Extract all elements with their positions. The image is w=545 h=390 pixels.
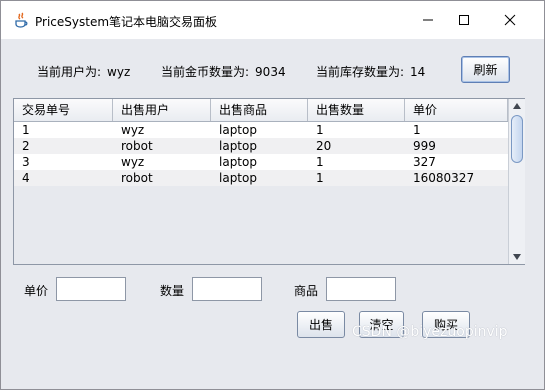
current-user-value: wyz (107, 65, 131, 79)
coin-count-value: 9034 (255, 65, 286, 79)
table-row[interactable]: 1 wyz laptop 1 1 (14, 122, 508, 138)
table-cell: 327 (413, 155, 436, 169)
minimize-icon (423, 19, 433, 21)
coin-count-info: 当前金币数量为: 9034 (161, 63, 286, 80)
table-cell: 1 (316, 123, 324, 137)
table-cell: 16080327 (413, 171, 475, 185)
app-window: PriceSystem笔记本电脑交易面板 当前用户为: wyz 当前金币数量为: 9… (0, 0, 545, 390)
column-header[interactable]: 出售商品 (211, 99, 308, 121)
scroll-down-button[interactable] (509, 250, 525, 264)
quantity-label: 数量 (160, 284, 185, 298)
java-icon (13, 12, 29, 28)
sell-button[interactable]: 出售 (297, 311, 345, 338)
quantity-field[interactable] (192, 277, 262, 301)
table-cell: 20 (316, 139, 332, 153)
column-header[interactable]: 出售用户 (113, 99, 211, 121)
table-cell: wyz (121, 155, 145, 169)
transactions-scrollpane: 交易单号 出售用户 出售商品 出售数量 单价 1 wyz laptop 1 1 … (13, 98, 525, 265)
column-header[interactable]: 交易单号 (14, 99, 113, 121)
current-user-info: 当前用户为: wyz (37, 63, 130, 80)
transactions-table: 交易单号 出售用户 出售商品 出售数量 单价 1 wyz laptop 1 1 … (14, 99, 508, 186)
product-label: 商品 (294, 284, 319, 298)
maximize-icon (459, 15, 469, 25)
price-input[interactable] (57, 278, 125, 300)
table-cell: 4 (22, 171, 30, 185)
table-cell: robot (121, 171, 153, 185)
table-row[interactable]: 4 robot laptop 1 16080327 (14, 170, 508, 186)
arrow-down-icon (513, 254, 521, 260)
scroll-up-button[interactable] (509, 99, 525, 113)
price-label: 单价 (24, 284, 49, 298)
table-cell: robot (121, 139, 153, 153)
table-cell: laptop (219, 123, 257, 137)
table-header: 交易单号 出售用户 出售商品 出售数量 单价 (14, 99, 508, 122)
table-cell: 999 (413, 139, 436, 153)
table-cell: 1 (22, 123, 30, 137)
scrollbar-thumb[interactable] (511, 115, 523, 163)
close-button[interactable] (487, 1, 533, 39)
arrow-up-icon (513, 103, 521, 109)
coin-count-label: 当前金币数量为: (161, 65, 250, 79)
stock-count-value: 14 (410, 65, 426, 79)
table-cell: laptop (219, 171, 257, 185)
table-cell: 1 (316, 155, 324, 169)
table-cell: wyz (121, 123, 145, 137)
current-user-label: 当前用户为: (37, 65, 102, 79)
refresh-button[interactable]: 刷新 (461, 56, 510, 83)
product-field[interactable] (326, 277, 396, 301)
column-header[interactable]: 单价 (405, 99, 508, 121)
watermark: CSDN @biyezuopinvip (352, 324, 508, 340)
window-title: PriceSystem笔记本电脑交易面板 (35, 15, 218, 29)
table-cell: 1 (413, 123, 421, 137)
table-cell: laptop (219, 155, 257, 169)
stock-count-info: 当前库存数量为: 14 (316, 63, 425, 80)
vertical-scrollbar[interactable] (508, 99, 525, 264)
column-header[interactable]: 出售数量 (308, 99, 405, 121)
table-row[interactable]: 2 robot laptop 20 999 (14, 138, 508, 154)
maximize-button[interactable] (441, 1, 487, 39)
table-cell: 1 (316, 171, 324, 185)
close-icon (504, 14, 516, 26)
table-cell: laptop (219, 139, 257, 153)
price-field[interactable] (56, 277, 126, 301)
stock-count-label: 当前库存数量为: (316, 65, 405, 79)
product-input[interactable] (327, 278, 395, 300)
table-cell: 3 (22, 155, 30, 169)
quantity-input[interactable] (193, 278, 261, 300)
table-row[interactable]: 3 wyz laptop 1 327 (14, 154, 508, 170)
table-cell: 2 (22, 139, 30, 153)
title-bar: PriceSystem笔记本电脑交易面板 (1, 1, 544, 39)
